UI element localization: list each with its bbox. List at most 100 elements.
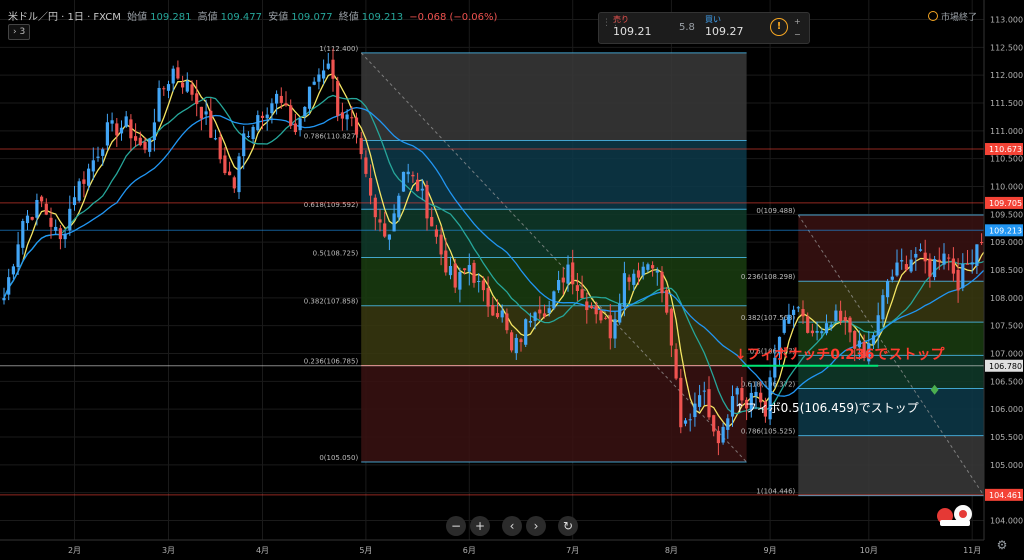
gear-icon[interactable]: ⚙ [995, 538, 1009, 552]
candle-bull [213, 138, 218, 140]
x-tick-label: 6月 [463, 546, 476, 555]
y-tick-label: 105.000 [990, 461, 1023, 470]
candle-bear [561, 277, 565, 283]
candle-bull [895, 262, 899, 276]
step-up-button[interactable]: + [794, 15, 801, 28]
fib2-zone [798, 214, 984, 282]
candle-bull [16, 244, 20, 268]
candle-bear [359, 138, 363, 155]
candle-bull [622, 273, 626, 307]
candle-bear [486, 288, 490, 307]
candle-bear [58, 228, 62, 240]
candle-bull [7, 277, 11, 295]
annotation-text: ↑フィボ0.5(106.459)でストップ [735, 401, 919, 415]
candle-bear [354, 117, 359, 135]
candle-bull [2, 298, 6, 301]
candle-bull [345, 114, 349, 120]
candle-bear [843, 317, 847, 322]
candle-bear [923, 252, 927, 262]
candle-bull [524, 319, 528, 345]
candle-bull [886, 281, 890, 298]
open-value: 109.281 [150, 12, 192, 23]
symbol-label[interactable]: 米ドル／円 · 1日 · FXCM [8, 12, 121, 23]
fib2-level-label: 0.618(106.372) [741, 380, 796, 388]
candle-bull [448, 266, 453, 276]
candle-bull [933, 259, 937, 278]
info-icon[interactable]: ! [770, 18, 788, 36]
candle-bull [242, 133, 246, 157]
candle-bear [209, 110, 213, 138]
candle-bull [312, 81, 316, 85]
candle-bull [392, 213, 396, 232]
sell-button[interactable]: 売り 109.21 [613, 15, 671, 41]
candle-bear [965, 263, 970, 265]
scroll-right-button[interactable]: › [526, 516, 546, 536]
candle-bull [54, 226, 58, 231]
reset-view-button[interactable]: ↻ [558, 516, 578, 536]
candle-bull [975, 244, 979, 266]
candle-bear [373, 197, 377, 218]
candle-bear [218, 137, 222, 160]
candle-bull [566, 264, 570, 284]
zoom-in-button[interactable]: + [470, 516, 490, 536]
candle-bull [152, 122, 156, 141]
candle-bull [63, 233, 67, 240]
candle-bull [820, 331, 824, 334]
symbol-header[interactable]: 米ドル／円 · 1日 · FXCM 始値 109.281 高値 109.477 安値… [8, 8, 500, 24]
x-tick-label: 7月 [566, 546, 579, 555]
y-tick-label: 105.500 [990, 433, 1023, 442]
candle-bear [491, 305, 495, 316]
candle-bull [171, 68, 175, 84]
spread-value: 5.8 [679, 22, 695, 33]
candle-bull [148, 138, 152, 152]
candle-bear [980, 242, 984, 244]
price-label-text: 109.213 [989, 226, 1022, 235]
candle-bear [181, 82, 185, 88]
candle-bear [350, 117, 354, 119]
candle-bull [824, 323, 829, 334]
candle-bull [683, 420, 688, 424]
candle-bear [434, 229, 438, 237]
candle-bull [204, 111, 208, 115]
candle-bull [387, 234, 391, 240]
candle-bear [542, 313, 547, 317]
y-tick-label: 109.500 [990, 210, 1023, 219]
step-down-button[interactable]: − [794, 28, 801, 41]
sell-label: 売り [613, 15, 629, 24]
candle-bull [25, 215, 30, 224]
close-label: 終値 [338, 12, 359, 23]
candle-bull [397, 195, 401, 218]
fib1-level-label: 1(112.400) [319, 45, 358, 53]
candle-bear [430, 216, 434, 227]
candle-bull [124, 116, 128, 127]
zoom-out-button[interactable]: − [446, 516, 466, 536]
candle-bull [35, 199, 39, 218]
candle-bull [698, 395, 702, 407]
quantity-stepper[interactable]: + − [794, 15, 801, 41]
y-tick-label: 113.000 [990, 15, 1023, 24]
y-tick-label: 108.500 [990, 266, 1023, 275]
candle-bull [613, 319, 617, 339]
brand-logo-icon [937, 505, 972, 526]
scroll-left-button[interactable]: ‹ [502, 516, 522, 536]
candle-bull [246, 136, 250, 138]
candle-bear [604, 317, 608, 319]
market-status: 市場終了 [928, 10, 977, 23]
candle-bull [646, 264, 650, 270]
indicator-toggle-button[interactable]: › 3 [8, 24, 31, 40]
candle-bear [228, 171, 232, 176]
candle-bear [195, 93, 199, 105]
y-tick-label: 107.500 [990, 322, 1023, 331]
candle-bear [279, 95, 283, 103]
indicator-count: 3 [19, 27, 26, 37]
fib1-zone [361, 140, 747, 210]
price-chart[interactable]: 1(112.400) 0.786(110.827) 0.618(109.592) 0.… [0, 0, 1024, 560]
fib2-level-label: 0.786(105.525) [741, 428, 796, 436]
fib1-level-label: 0.786(110.827) [304, 132, 359, 140]
candle-bear [411, 174, 415, 177]
candle-bear [369, 178, 373, 196]
candle-bull [533, 312, 537, 321]
buy-button[interactable]: 買い 109.27 [705, 15, 763, 41]
close-value: 109.213 [361, 12, 404, 23]
y-tick-label: 111.000 [990, 127, 1023, 136]
